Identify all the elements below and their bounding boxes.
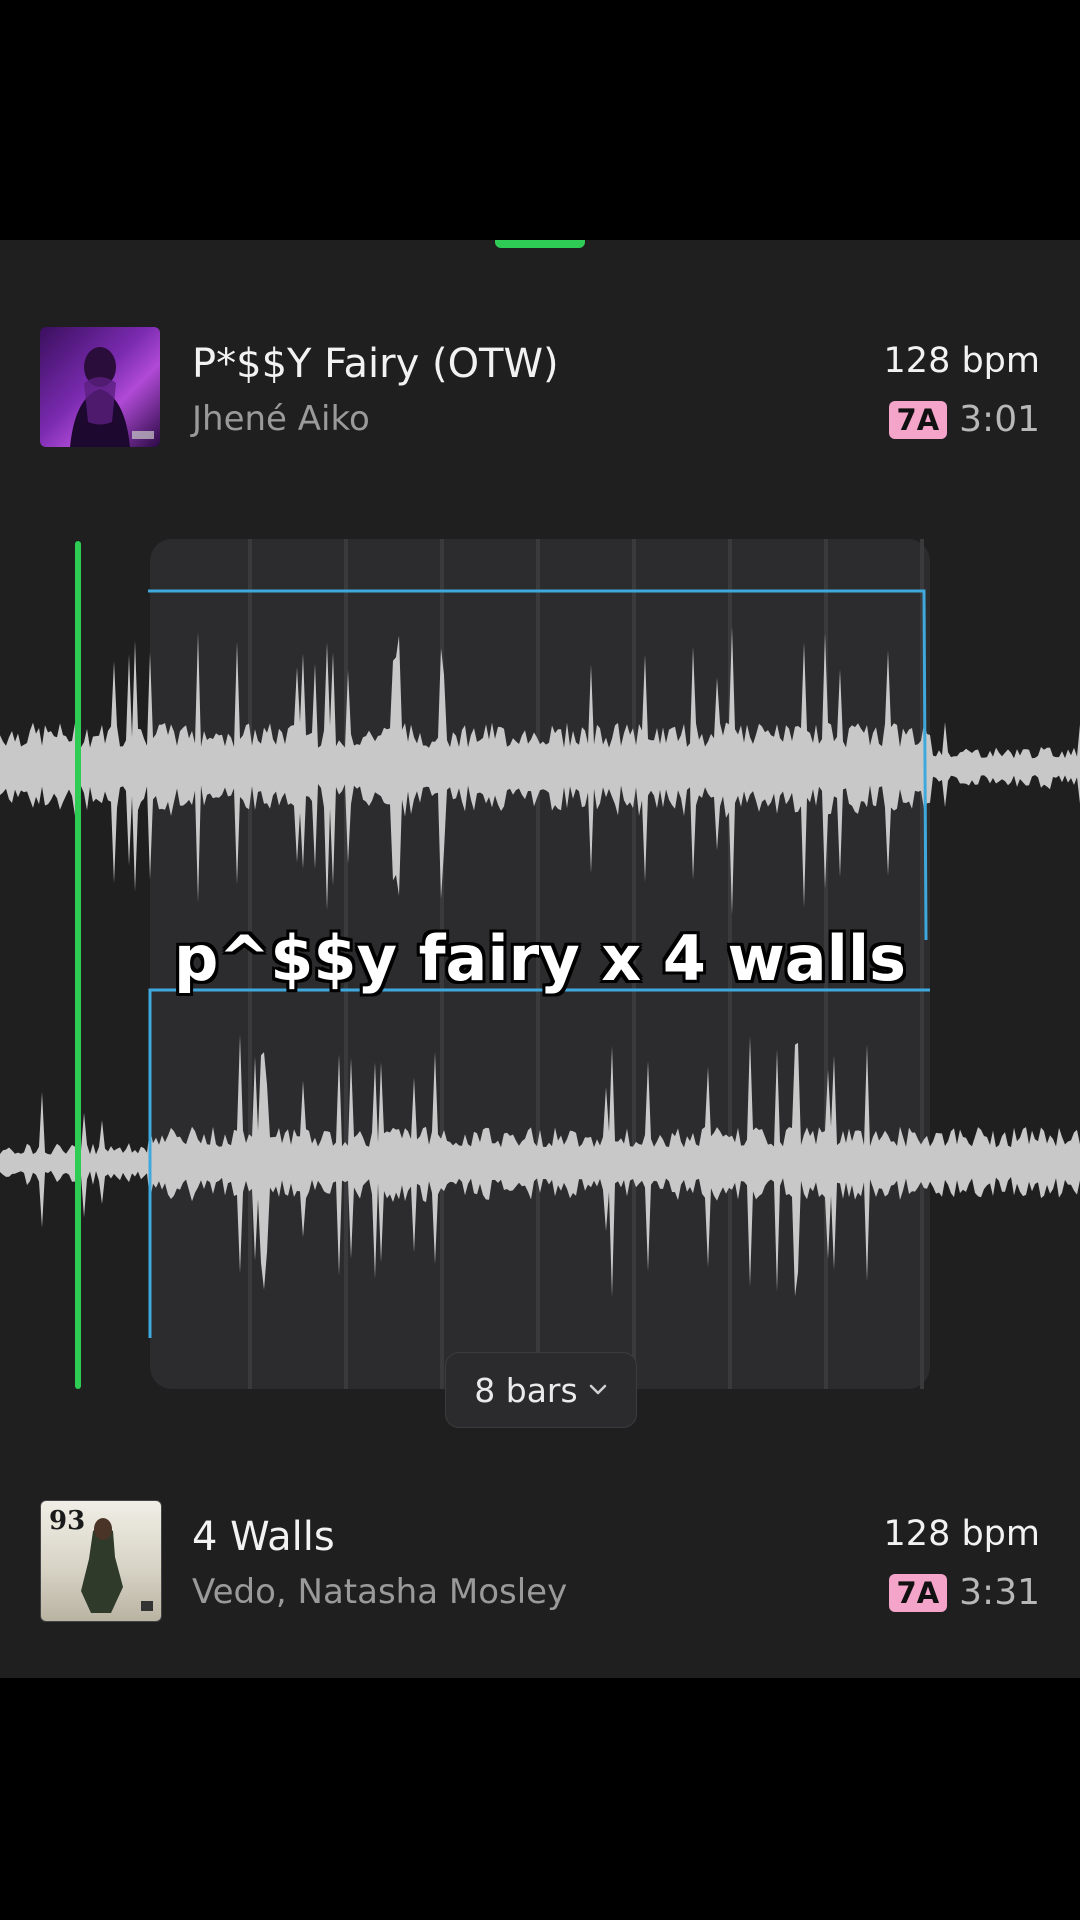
track-artist: Jhené Aiko [192,399,370,439]
track-title: P*$$Y Fairy (OTW) [192,341,559,387]
bars-length-selector[interactable]: 8 bars [445,1352,637,1428]
track-meta: 7A 3:01 [888,399,1040,440]
sheet-drag-handle[interactable] [495,240,585,248]
key-badge: 7A [888,400,948,439]
track-card-bottom[interactable]: 93 4 Walls Vedo, Natasha Mosley 128 bpm … [40,1500,1040,1622]
track-meta: 7A 3:31 [888,1572,1040,1613]
key-badge: 7A [888,1573,948,1612]
track-bpm: 128 bpm [883,1514,1040,1554]
track-bpm: 128 bpm [883,341,1040,381]
track-duration: 3:01 [959,399,1040,440]
album-art-top [40,327,160,447]
album-art-bottom: 93 [40,1500,162,1622]
track-duration: 3:31 [959,1572,1040,1613]
track-card-top[interactable]: P*$$Y Fairy (OTW) Jhené Aiko 128 bpm 7A … [40,327,1040,449]
overlay-caption: p^$$y fairy x 4 walls [173,922,907,995]
track-title: 4 Walls [192,1514,335,1560]
svg-text:93: 93 [49,1506,85,1536]
track-artist: Vedo, Natasha Mosley [192,1572,568,1612]
chevron-down-icon [588,1381,608,1400]
bars-length-label: 8 bars [474,1370,578,1410]
